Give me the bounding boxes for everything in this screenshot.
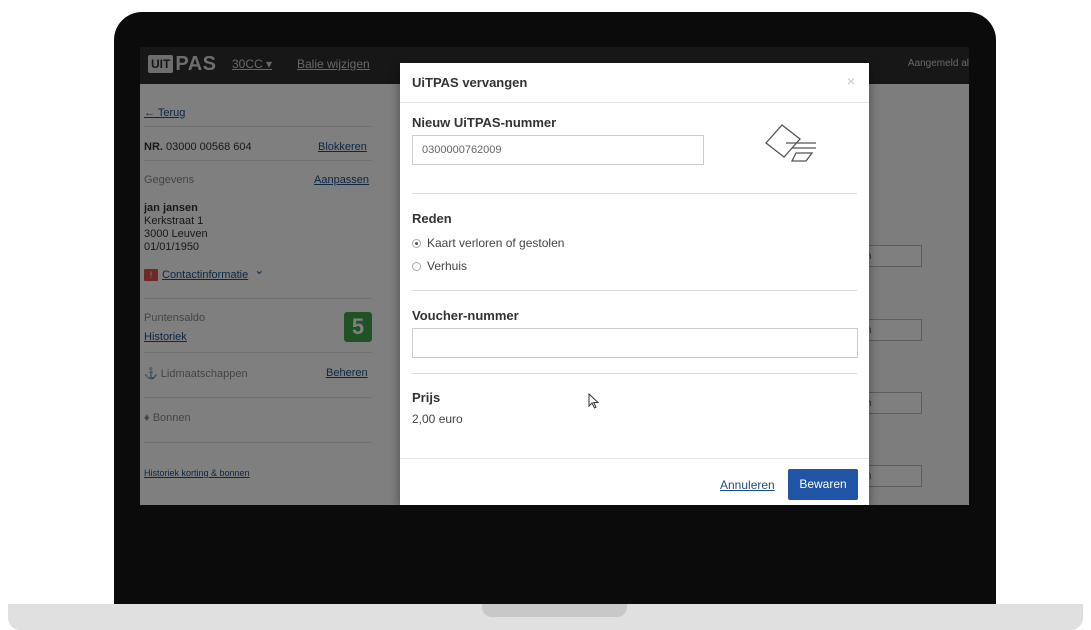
price-label: Prijs <box>412 390 441 405</box>
close-icon[interactable]: × <box>847 73 855 89</box>
reason-label: Reden <box>412 211 452 226</box>
radio-selected-icon[interactable] <box>412 238 421 248</box>
dialog-footer-divider <box>400 458 869 459</box>
laptop-notch <box>482 604 627 617</box>
dialog-header-divider <box>400 102 869 103</box>
section-divider <box>412 193 857 194</box>
new-number-input[interactable]: 0300000762009 <box>412 135 704 165</box>
new-number-label: Nieuw UiTPAS-nummer <box>412 115 557 130</box>
voucher-label: Voucher-nummer <box>412 308 519 323</box>
save-button[interactable]: Bewaren <box>788 469 858 500</box>
section-divider <box>412 290 857 291</box>
radio-lost-stolen[interactable]: Kaart verloren of gestolen <box>412 236 564 250</box>
stage: UIT PAS 30CC ▾ Balie wijzigen Aangemeld … <box>0 0 1091 630</box>
dialog-title: UiTPAS vervangen <box>412 75 528 90</box>
voucher-number-input[interactable] <box>412 328 858 358</box>
radio-label: Verhuis <box>427 259 468 273</box>
cancel-button[interactable]: Annuleren <box>720 478 775 492</box>
radio-unselected-icon[interactable] <box>412 261 421 271</box>
mouse-cursor-icon <box>588 393 600 409</box>
app-screen: UIT PAS 30CC ▾ Balie wijzigen Aangemeld … <box>140 47 969 505</box>
replace-card-dialog: UiTPAS vervangen × Nieuw UiTPAS-nummer 0… <box>400 63 869 505</box>
card-swipe-icon <box>765 124 816 162</box>
radio-label: Kaart verloren of gestolen <box>427 236 565 250</box>
radio-moving[interactable]: Verhuis <box>412 259 467 273</box>
price-value: 2,00 euro <box>412 412 463 426</box>
section-divider <box>412 373 857 374</box>
